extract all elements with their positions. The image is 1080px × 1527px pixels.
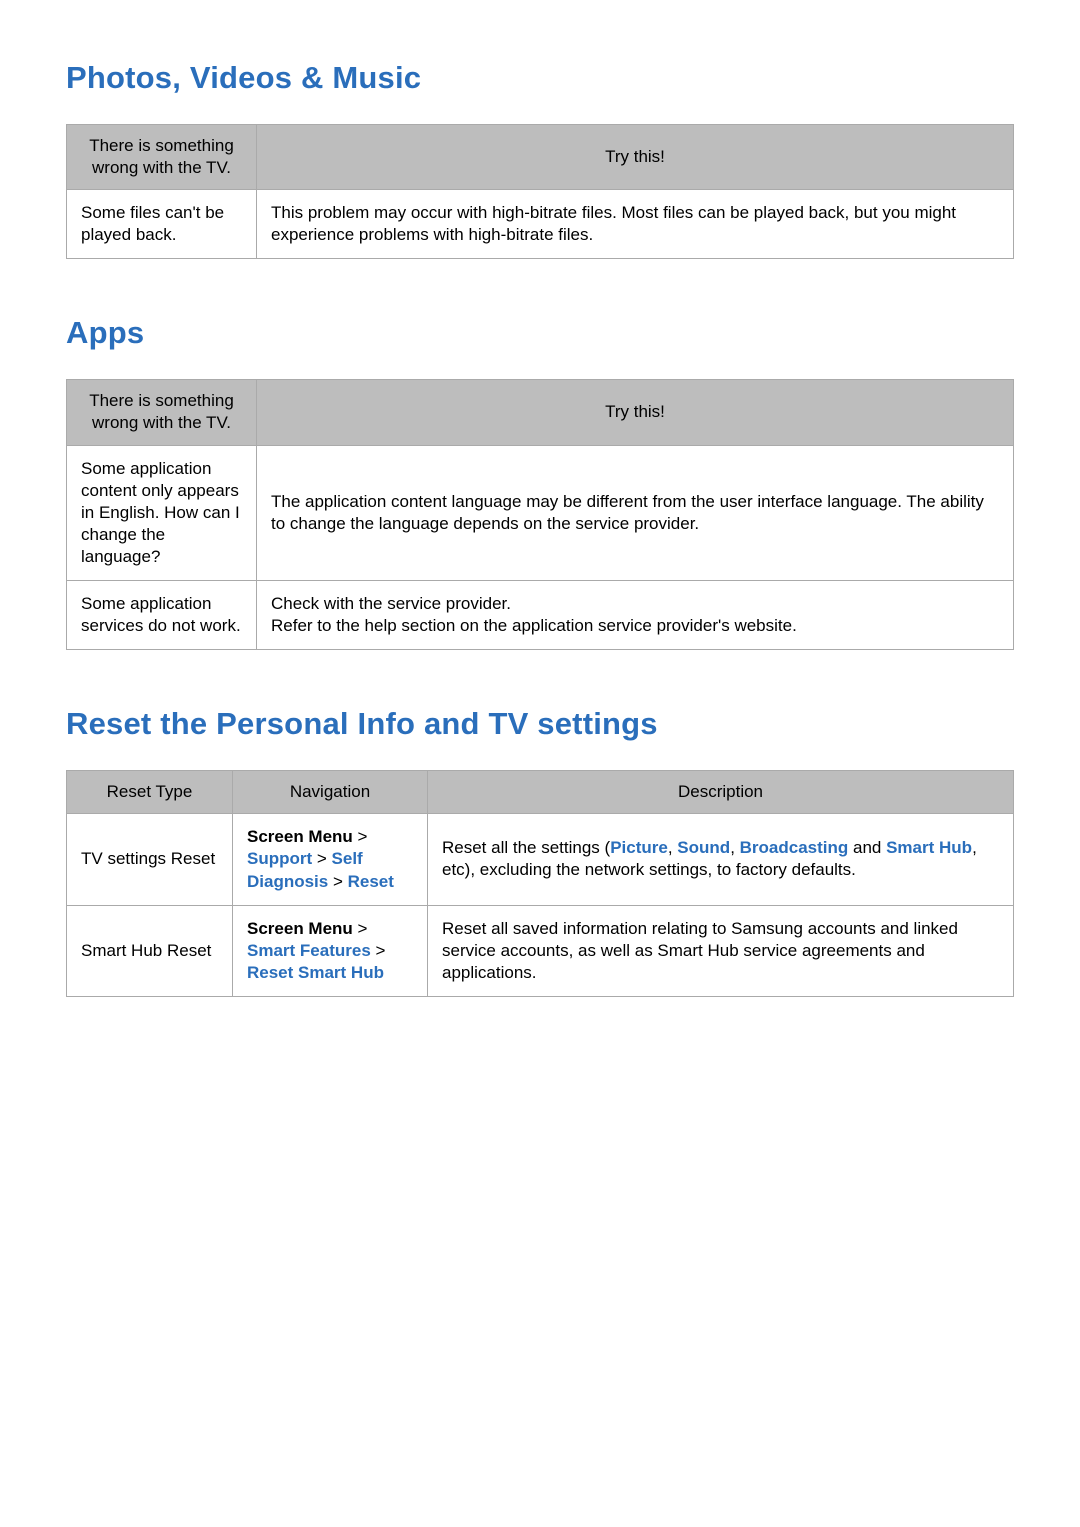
table-row: Some files can't be played back. This pr… (67, 190, 1014, 259)
nav-separator: > (353, 827, 368, 846)
desc-keyword-sound: Sound (677, 838, 730, 857)
table-header-problem: There is something wrong with the TV. (67, 380, 257, 445)
section-photos-videos-music: Photos, Videos & Music There is somethin… (66, 60, 1014, 259)
cell-description: Reset all the settings (Picture, Sound, … (428, 814, 1014, 905)
desc-keyword-picture: Picture (610, 838, 668, 857)
table-row: Smart Hub Reset Screen Menu > Smart Feat… (67, 905, 1014, 996)
nav-separator: > (371, 941, 386, 960)
nav-link-smart-features: Smart Features (247, 941, 371, 960)
nav-link-reset: Reset (348, 872, 394, 891)
desc-keyword-smart-hub: Smart Hub (886, 838, 972, 857)
table-row: Some application services do not work. C… (67, 581, 1014, 650)
desc-text: , (730, 838, 739, 857)
table-header-solution: Try this! (257, 380, 1014, 445)
cell-reset-type: Smart Hub Reset (67, 905, 233, 996)
nav-text-screen-menu: Screen Menu (247, 919, 353, 938)
desc-text: Reset all the settings ( (442, 838, 610, 857)
desc-text: , (668, 838, 677, 857)
cell-navigation: Screen Menu > Support > Self Diagnosis >… (233, 814, 428, 905)
nav-separator: > (312, 849, 331, 868)
table-pvm: There is something wrong with the TV. Tr… (66, 124, 1014, 259)
cell-problem: Some files can't be played back. (67, 190, 257, 259)
nav-text-screen-menu: Screen Menu (247, 827, 353, 846)
heading-reset: Reset the Personal Info and TV settings (66, 706, 1014, 742)
desc-text: and (848, 838, 886, 857)
cell-solution: The application content language may be … (257, 445, 1014, 580)
table-row: Some application content only appears in… (67, 445, 1014, 580)
table-header-navigation: Navigation (233, 771, 428, 814)
table-header-solution: Try this! (257, 125, 1014, 190)
desc-keyword-broadcasting: Broadcasting (740, 838, 849, 857)
table-header-description: Description (428, 771, 1014, 814)
nav-separator: > (328, 872, 347, 891)
nav-separator: > (353, 919, 368, 938)
table-header-problem: There is something wrong with the TV. (67, 125, 257, 190)
cell-solution: This problem may occur with high-bitrate… (257, 190, 1014, 259)
section-reset: Reset the Personal Info and TV settings … (66, 706, 1014, 997)
table-row: TV settings Reset Screen Menu > Support … (67, 814, 1014, 905)
heading-photos-videos-music: Photos, Videos & Music (66, 60, 1014, 96)
section-apps: Apps There is something wrong with the T… (66, 315, 1014, 650)
table-reset: Reset Type Navigation Description TV set… (66, 770, 1014, 997)
cell-problem: Some application services do not work. (67, 581, 257, 650)
solution-line2: Refer to the help section on the applica… (271, 616, 797, 635)
cell-reset-type: TV settings Reset (67, 814, 233, 905)
cell-solution: Check with the service provider. Refer t… (257, 581, 1014, 650)
table-header-reset-type: Reset Type (67, 771, 233, 814)
cell-problem: Some application content only appears in… (67, 445, 257, 580)
nav-link-support: Support (247, 849, 312, 868)
cell-description: Reset all saved information relating to … (428, 905, 1014, 996)
cell-navigation: Screen Menu > Smart Features > Reset Sma… (233, 905, 428, 996)
heading-apps: Apps (66, 315, 1014, 351)
nav-link-reset-smart-hub: Reset Smart Hub (247, 963, 384, 982)
table-apps: There is something wrong with the TV. Tr… (66, 379, 1014, 650)
solution-line1: Check with the service provider. (271, 594, 511, 613)
